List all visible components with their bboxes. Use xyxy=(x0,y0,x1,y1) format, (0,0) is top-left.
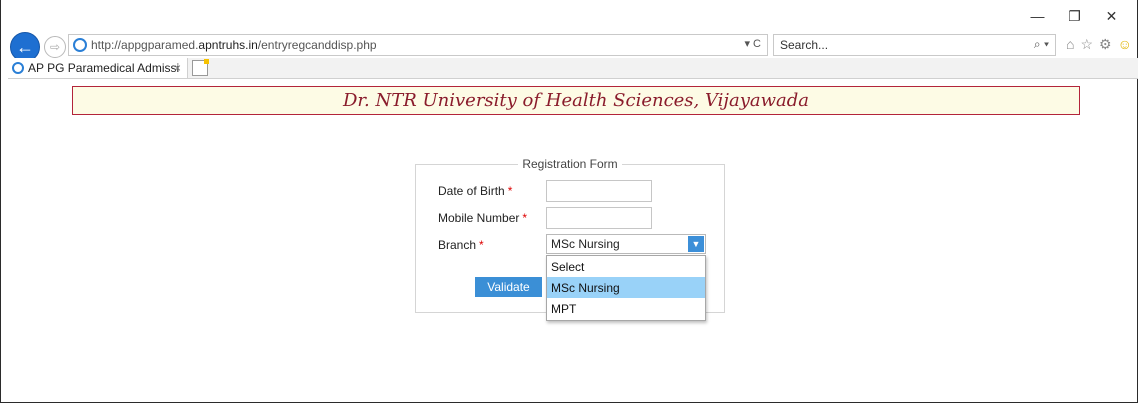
settings-gear-icon[interactable]: ⚙ xyxy=(1099,36,1112,53)
form-legend: Registration Form xyxy=(522,157,618,171)
date-of-birth-field[interactable] xyxy=(546,180,652,202)
search-icon[interactable]: ⌕ ▾ xyxy=(1034,37,1049,52)
required-mark: * xyxy=(522,211,528,225)
chevron-down-icon[interactable]: ▼ xyxy=(688,236,704,252)
mobile-label: Mobile Number * xyxy=(438,211,528,225)
branch-option-mpt[interactable]: MPT xyxy=(547,298,705,319)
branch-option-select[interactable]: Select xyxy=(547,256,705,277)
minimize-button[interactable]: — xyxy=(1019,2,1056,30)
university-banner: Dr. NTR University of Health Sciences, V… xyxy=(72,86,1080,115)
branch-select[interactable]: MSc Nursing ▼ xyxy=(546,234,706,254)
url-text: http://appgparamed.apntruhs.in/entryregc… xyxy=(91,38,377,52)
restore-button[interactable]: ❐ xyxy=(1056,2,1093,30)
ie-logo-icon xyxy=(12,62,24,74)
mobile-number-field[interactable] xyxy=(546,207,652,229)
search-input[interactable]: Search... ⌕ ▾ xyxy=(773,34,1056,56)
ie-logo-icon xyxy=(73,38,87,52)
tab-ap-pg-paramedical[interactable]: AP PG Paramedical Admissi × xyxy=(8,58,188,78)
favorites-star-icon[interactable]: ☆ xyxy=(1080,36,1093,53)
branch-dropdown-list: Select MSc Nursing MPT xyxy=(546,255,706,321)
page-title: Dr. NTR University of Health Sciences, V… xyxy=(342,90,810,111)
home-icon[interactable]: ⌂ xyxy=(1066,36,1074,53)
address-bar[interactable]: http://appgparamed.apntruhs.in/entryregc… xyxy=(68,34,768,56)
branch-selected-value: MSc Nursing xyxy=(551,237,620,251)
search-placeholder: Search... xyxy=(780,38,829,52)
dob-label: Date of Birth * xyxy=(438,184,513,198)
branch-option-msc-nursing[interactable]: MSc Nursing xyxy=(547,277,705,298)
feedback-smiley-icon[interactable]: ☺ xyxy=(1118,36,1132,53)
window-controls: — ❐ ✕ xyxy=(1019,2,1130,30)
navigation-bar: ← ⇨ http://appgparamed.apntruhs.in/entry… xyxy=(8,30,1138,62)
close-tab-icon[interactable]: × xyxy=(174,61,181,75)
forward-arrow-icon[interactable]: ⇨ xyxy=(44,36,66,58)
branch-label: Branch * xyxy=(438,238,484,252)
validate-button[interactable]: Validate xyxy=(475,277,542,297)
toolbar-icons: ⌂ ☆ ⚙ ☺ xyxy=(1066,36,1132,53)
required-mark: * xyxy=(479,238,484,252)
close-window-button[interactable]: ✕ xyxy=(1093,2,1130,30)
required-mark: * xyxy=(507,184,513,198)
new-tab-icon[interactable] xyxy=(192,59,209,76)
tab-bar: AP PG Paramedical Admissi × xyxy=(8,58,1138,79)
refresh-icon[interactable]: ▾ C xyxy=(744,37,761,50)
tab-title: AP PG Paramedical Admissi xyxy=(28,61,180,75)
